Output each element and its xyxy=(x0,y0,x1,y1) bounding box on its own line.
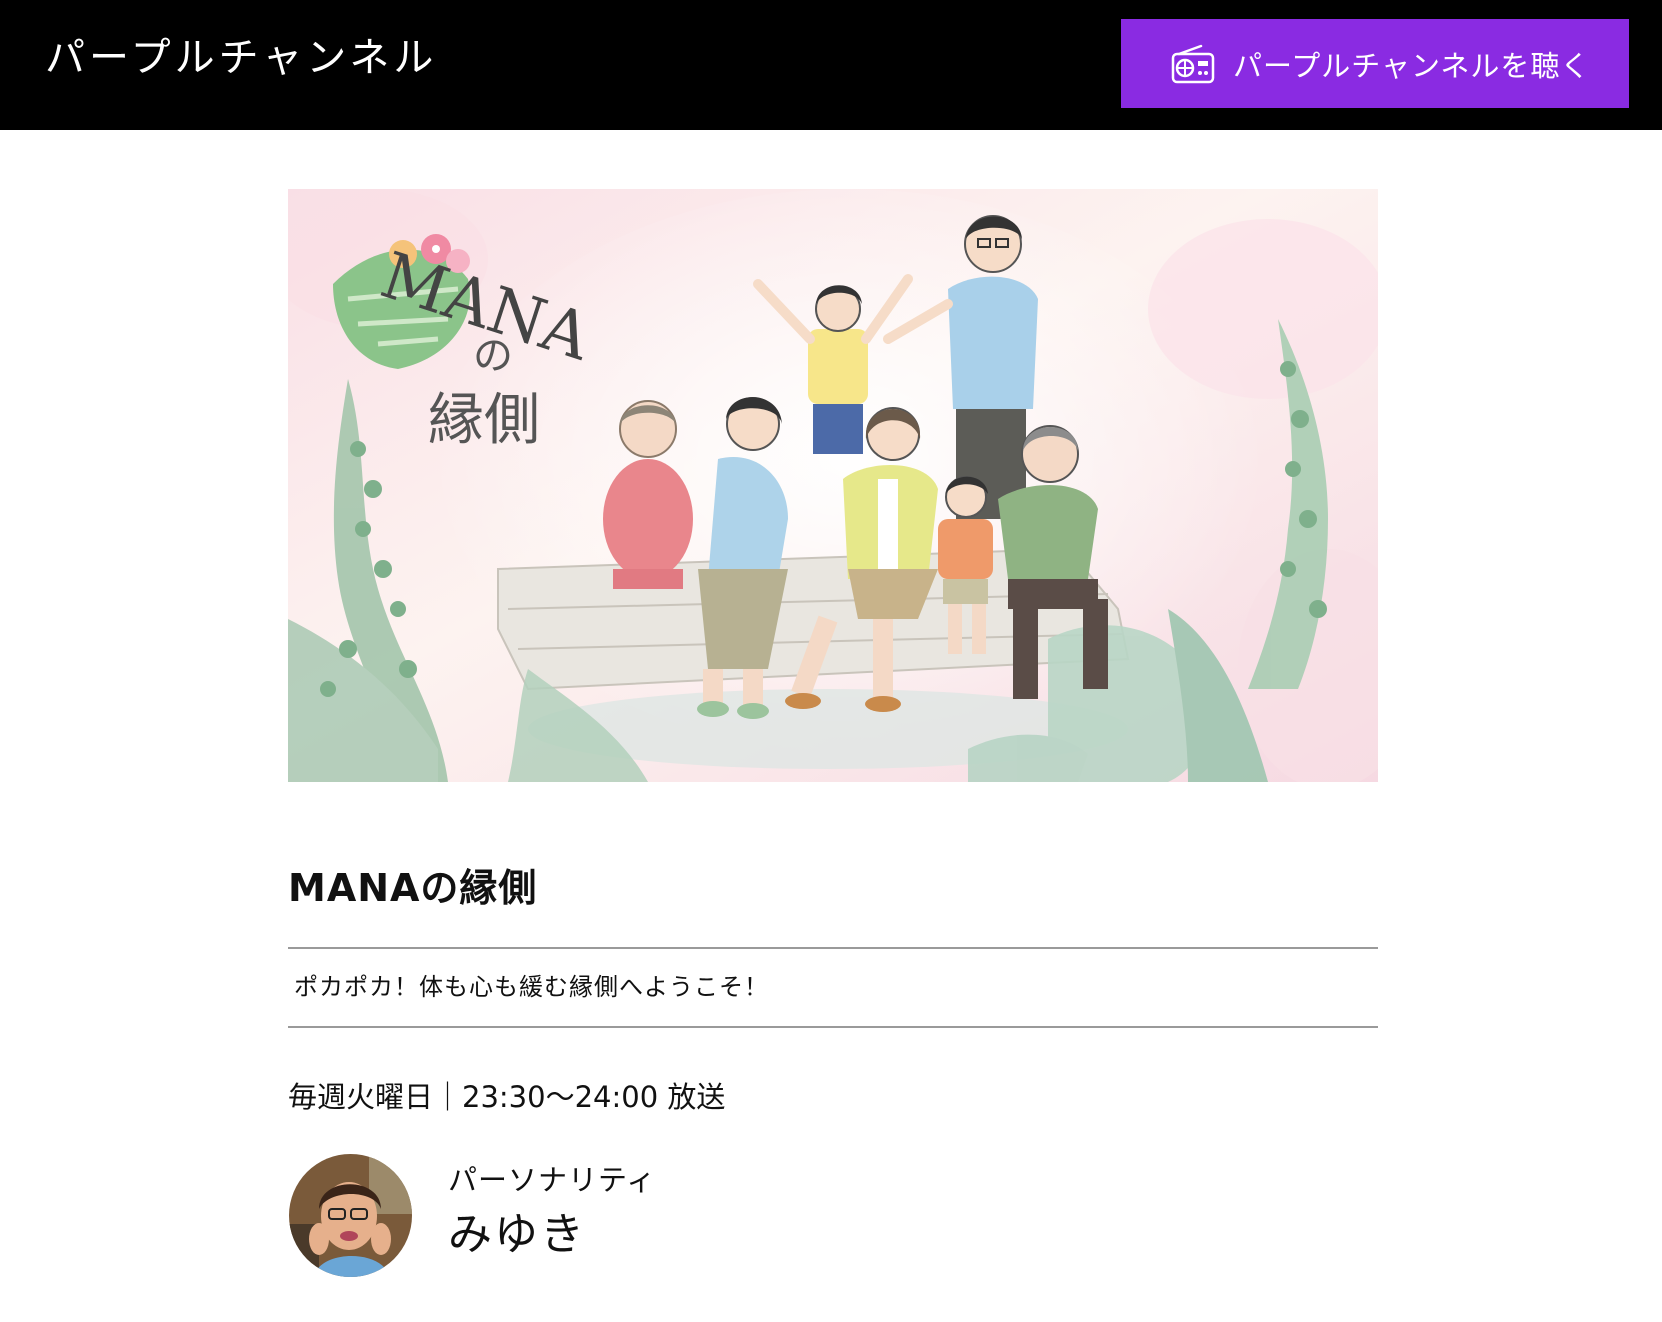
top-header-bar: パープルチャンネル パープルチャンネルを聴く xyxy=(0,0,1662,130)
site-title[interactable]: パープルチャンネル xyxy=(45,30,437,86)
personality-avatar xyxy=(289,1154,412,1277)
program-hero-image: MANA の 縁側 xyxy=(288,189,1378,782)
program-description: ポカポカ！体も心も緩む縁側へようこそ！ xyxy=(294,973,769,1001)
listen-button-label: パープルチャンネルを聴く xyxy=(1233,48,1591,83)
listen-channel-button[interactable]: パープルチャンネルを聴く xyxy=(1121,19,1629,108)
radio-icon xyxy=(1171,44,1215,84)
personality-name: みゆき xyxy=(448,1209,586,1260)
hero-logo-subtitle: 縁側 xyxy=(428,388,540,453)
personality-label: パーソナリティ xyxy=(448,1163,657,1197)
divider-top xyxy=(288,947,1378,949)
hero-logo-particle: の xyxy=(473,333,513,379)
broadcast-schedule: 毎週火曜日｜23:30〜24:00 放送 xyxy=(288,1080,726,1114)
program-title: MANAの縁側 xyxy=(288,866,538,910)
divider-bottom xyxy=(288,1026,1378,1028)
